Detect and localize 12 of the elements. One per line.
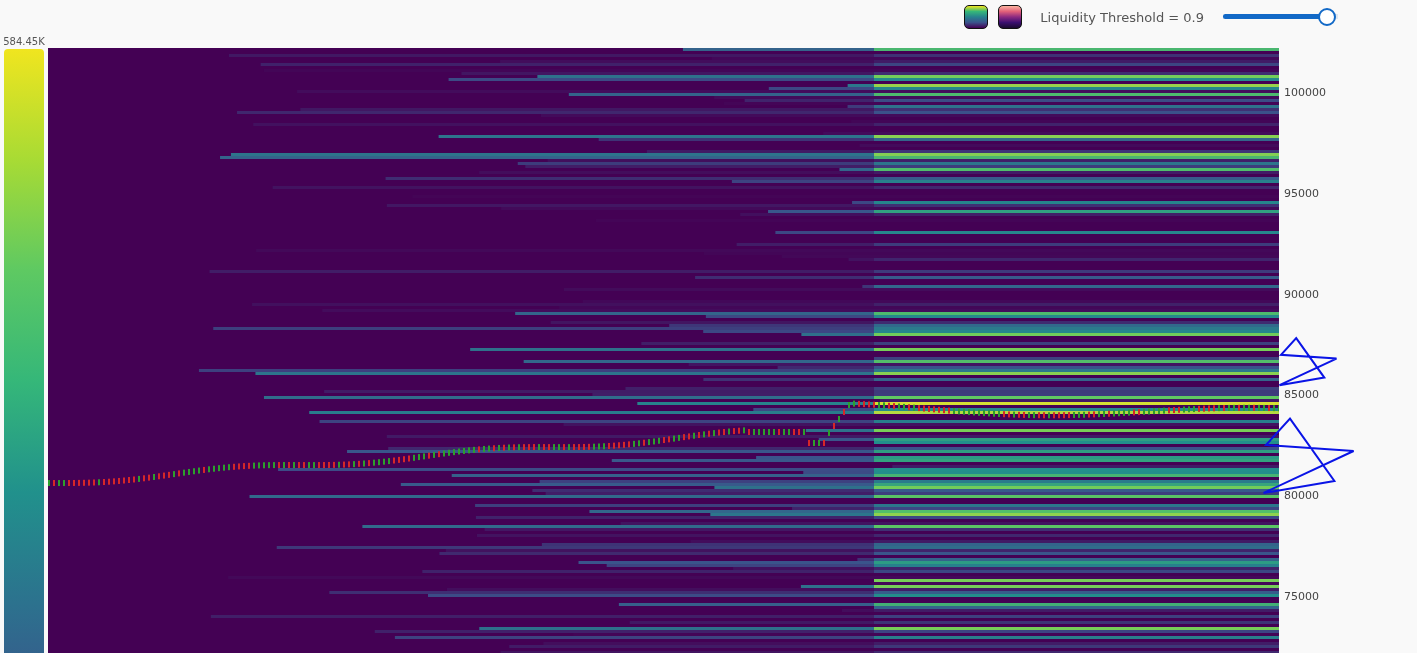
price-axis-label: 95000 (1284, 186, 1319, 201)
price-axis-label: 90000 (1284, 287, 1319, 302)
slider-label: Liquidity Threshold = 0.9 (1040, 9, 1204, 25)
price-axis-label: 80000 (1284, 489, 1319, 504)
price-axis-label: 85000 (1284, 388, 1319, 403)
hand-drawn-star (1278, 336, 1338, 387)
color-scale-max-label: 584.45K (3, 36, 45, 47)
price-axis-label: 75000 (1284, 590, 1319, 605)
slider-thumb[interactable] (1317, 8, 1336, 26)
price-axis-label: 100000 (1284, 86, 1326, 100)
colormap-button[interactable] (964, 5, 989, 29)
colormap-button[interactable] (998, 5, 1023, 29)
